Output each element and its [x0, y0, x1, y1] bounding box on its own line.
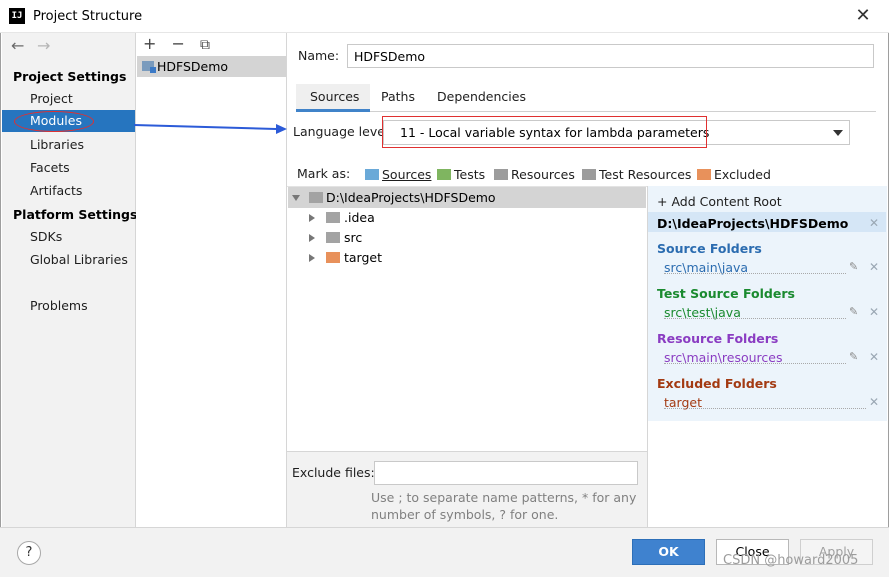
- sidebar-item-global-libraries[interactable]: Global Libraries: [30, 252, 128, 267]
- sidebar-item-sdks[interactable]: SDKs: [30, 229, 62, 244]
- tree-root-row[interactable]: D:\IdeaProjects\HDFSDemo: [288, 187, 646, 208]
- window-title: Project Structure: [33, 9, 143, 24]
- exclude-files-hint: Use ; to separate name patterns, * for a…: [371, 490, 637, 505]
- remove-folder-icon[interactable]: ✕: [869, 350, 879, 364]
- add-content-root-button[interactable]: + Add Content Root: [657, 194, 782, 209]
- mark-as-resources-label: Resources: [511, 167, 575, 182]
- back-arrow-icon[interactable]: ←: [11, 36, 24, 55]
- separator-line: [664, 408, 866, 409]
- mark-as-tests-label: Tests: [454, 167, 486, 182]
- module-name-input[interactable]: [347, 44, 874, 68]
- module-item[interactable]: HDFSDemo: [137, 56, 286, 77]
- tree-item-label: src: [344, 230, 363, 245]
- annotation-arrow-icon: [133, 124, 287, 134]
- sidebar-item-project[interactable]: Project: [30, 91, 73, 106]
- tree-item-target[interactable]: target: [288, 248, 646, 268]
- mark-as-test-resources-label: Test Resources: [599, 167, 692, 182]
- expand-right-icon[interactable]: [309, 214, 315, 222]
- copy-module-icon[interactable]: ⧉: [200, 37, 210, 53]
- tree-item-idea[interactable]: .idea: [288, 208, 646, 228]
- remove-root-icon[interactable]: ✕: [869, 216, 879, 230]
- expand-right-icon[interactable]: [309, 234, 315, 242]
- add-module-icon[interactable]: +: [143, 34, 156, 53]
- excluded-folders-header: Excluded Folders: [657, 376, 777, 391]
- annotation-circle: [14, 111, 94, 132]
- project-settings-header: Project Settings: [13, 69, 127, 84]
- tree-item-src[interactable]: src: [288, 228, 646, 248]
- watermark-text: CSDN @howard2005: [723, 553, 859, 568]
- module-folder-icon: [142, 61, 156, 73]
- language-level-label: Language level:: [293, 124, 393, 139]
- tab-sources[interactable]: Sources: [310, 89, 359, 104]
- remove-folder-icon[interactable]: ✕: [869, 395, 879, 409]
- intellij-app-icon: IJ: [9, 8, 25, 24]
- resources-folder-icon: [494, 169, 508, 180]
- edit-pencil-icon[interactable]: ✎: [849, 350, 858, 363]
- test-resources-folder-icon: [582, 169, 596, 180]
- resource-folders-header: Resource Folders: [657, 331, 779, 346]
- module-toolbar: + − ⧉: [143, 34, 210, 53]
- settings-sidebar: [2, 33, 136, 527]
- forward-arrow-icon[interactable]: →: [37, 36, 50, 55]
- expand-right-icon[interactable]: [309, 254, 315, 262]
- sidebar-item-problems[interactable]: Problems: [30, 298, 88, 313]
- tab-paths[interactable]: Paths: [381, 89, 415, 104]
- separator-line: [664, 273, 846, 274]
- exclude-files-input[interactable]: [374, 461, 638, 485]
- tree-item-label: target: [344, 250, 383, 265]
- remove-folder-icon[interactable]: ✕: [869, 305, 879, 319]
- chevron-down-icon: [833, 130, 843, 136]
- excluded-folder-icon: [326, 252, 340, 263]
- name-label: Name:: [298, 48, 340, 63]
- mark-as-label: Mark as:: [297, 166, 351, 181]
- source-folders-header: Source Folders: [657, 241, 762, 256]
- edit-pencil-icon[interactable]: ✎: [849, 305, 858, 318]
- sidebar-item-libraries[interactable]: Libraries: [30, 137, 84, 152]
- exclude-files-label: Exclude files:: [292, 465, 375, 480]
- exclude-files-hint: number of symbols, ? for one.: [371, 507, 559, 522]
- window-close-icon[interactable]: ✕: [852, 6, 874, 28]
- remove-module-icon[interactable]: −: [172, 34, 185, 53]
- sources-folder-icon: [365, 169, 379, 180]
- tree-root-label: D:\IdeaProjects\HDFSDemo: [326, 190, 496, 205]
- mark-as-sources-label: Sources: [382, 167, 432, 182]
- tests-folder-icon: [437, 169, 451, 180]
- sidebar-item-facets[interactable]: Facets: [30, 160, 70, 175]
- tab-active-indicator: [296, 109, 370, 112]
- remove-folder-icon[interactable]: ✕: [869, 260, 879, 274]
- help-button[interactable]: ?: [17, 541, 41, 565]
- platform-settings-header: Platform Settings: [13, 207, 138, 222]
- test-source-folders-header: Test Source Folders: [657, 286, 795, 301]
- content-root-path: D:\IdeaProjects\HDFSDemo: [657, 216, 849, 231]
- mark-as-excluded-label: Excluded: [714, 167, 771, 182]
- content-root-empty: [647, 421, 887, 527]
- annotation-box: [382, 116, 707, 148]
- separator-line: [664, 363, 846, 364]
- folder-icon: [309, 192, 323, 203]
- sidebar-item-artifacts[interactable]: Artifacts: [30, 183, 82, 198]
- module-list: [136, 33, 287, 527]
- edit-pencil-icon[interactable]: ✎: [849, 260, 858, 273]
- module-tabs: Sources Paths Dependencies: [296, 84, 876, 112]
- ok-button[interactable]: OK: [632, 539, 705, 565]
- module-item-label: HDFSDemo: [157, 59, 229, 74]
- tree-item-label: .idea: [344, 210, 375, 225]
- separator-line: [664, 318, 846, 319]
- expand-down-icon[interactable]: [292, 195, 300, 201]
- excluded-folder-icon: [697, 169, 711, 180]
- folder-icon: [326, 232, 340, 243]
- tab-dependencies[interactable]: Dependencies: [437, 89, 526, 104]
- folder-icon: [326, 212, 340, 223]
